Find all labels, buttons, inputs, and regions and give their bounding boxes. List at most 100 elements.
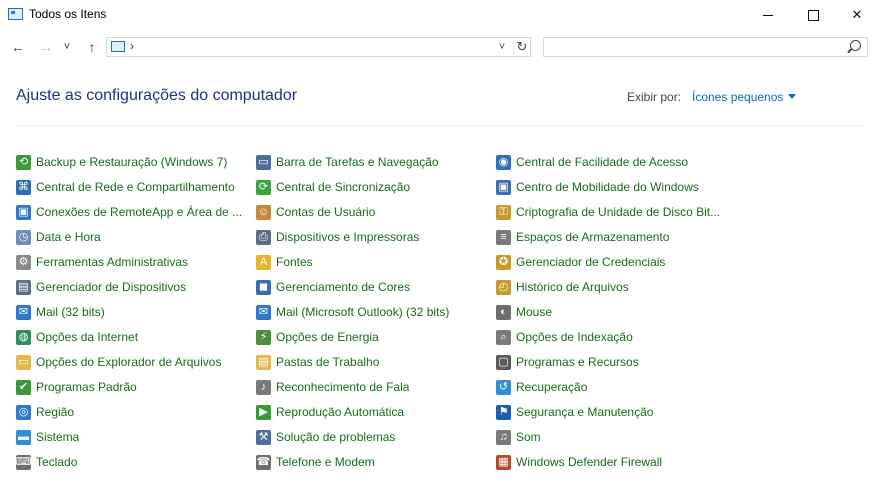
item-label[interactable]: Gerenciador de Credenciais xyxy=(516,255,665,269)
item-label[interactable]: Opções da Internet xyxy=(36,330,138,344)
item-label[interactable]: Conexões de RemoteApp e Área de ... xyxy=(36,205,242,219)
item-label[interactable]: Data e Hora xyxy=(36,230,101,244)
control-panel-item[interactable]: ▢ Programas e Recursos xyxy=(496,352,736,372)
control-panel-item[interactable]: ▶ Reprodução Automática xyxy=(256,402,496,422)
control-panel-item[interactable]: A Fontes xyxy=(256,252,496,272)
control-panel-item[interactable]: ☺ Contas de Usuário xyxy=(256,202,496,222)
control-panel-item[interactable]: ◼ Gerenciamento de Cores xyxy=(256,277,496,297)
item-label[interactable]: Telefone e Modem xyxy=(276,455,375,469)
item-label[interactable]: Windows Defender Firewall xyxy=(516,455,662,469)
folder-options-icon: ▭ xyxy=(16,354,31,370)
control-panel-item[interactable]: ◍ Opções da Internet xyxy=(16,327,256,347)
control-panel-item[interactable]: ♫ Som xyxy=(496,427,736,447)
control-panel-item[interactable]: ◉ Central de Facilidade de Acesso xyxy=(496,152,736,172)
control-panel-item[interactable]: ◐ Mouse xyxy=(496,302,736,322)
search-box[interactable] xyxy=(543,37,868,57)
search-icon[interactable] xyxy=(850,40,861,51)
item-label[interactable]: Central de Rede e Compartilhamento xyxy=(36,180,235,194)
search-input[interactable] xyxy=(544,38,852,56)
item-label[interactable]: Contas de Usuário xyxy=(276,205,375,219)
control-panel-item[interactable]: ⚒ Solução de problemas xyxy=(256,427,496,447)
item-label[interactable]: Programas e Recursos xyxy=(516,355,639,369)
control-panel-item[interactable]: ↺ Recuperação xyxy=(496,377,736,397)
item-label[interactable]: Pastas de Trabalho xyxy=(276,355,379,369)
control-panel-item[interactable]: ▬ Sistema xyxy=(16,427,256,447)
item-label[interactable]: Mouse xyxy=(516,305,552,319)
back-button[interactable]: ← xyxy=(8,38,28,56)
item-label[interactable]: Opções do Explorador de Arquivos xyxy=(36,355,221,369)
control-panel-item[interactable]: ⌕ Opções de Indexação xyxy=(496,327,736,347)
control-panel-item[interactable]: ✔ Programas Padrão xyxy=(16,377,256,397)
control-panel-item[interactable]: ≡ Espaços de Armazenamento xyxy=(496,227,736,247)
control-panel-item[interactable]: ♪ Reconhecimento de Fala xyxy=(256,377,496,397)
item-label[interactable]: Barra de Tarefas e Navegação xyxy=(276,155,439,169)
dropdown-arrow-icon[interactable] xyxy=(788,94,796,99)
control-panel-item[interactable]: ▭ Barra de Tarefas e Navegação xyxy=(256,152,496,172)
item-label[interactable]: Gerenciamento de Cores xyxy=(276,280,410,294)
control-panel-item[interactable]: ⚑ Segurança e Manutenção xyxy=(496,402,736,422)
minimize-button[interactable] xyxy=(745,0,791,30)
up-button[interactable]: ↑ xyxy=(82,38,102,56)
sync-center-icon: ⟳ xyxy=(256,179,271,195)
item-label[interactable]: Região xyxy=(36,405,74,419)
item-label[interactable]: Central de Sincronização xyxy=(276,180,410,194)
minimize-icon xyxy=(763,14,773,16)
view-by-label: Exibir por: xyxy=(627,90,682,104)
control-panel-item[interactable]: ▤ Pastas de Trabalho xyxy=(256,352,496,372)
control-panel-item[interactable]: ✉ Mail (32 bits) xyxy=(16,302,256,322)
control-panel-item[interactable]: ◴ Histórico de Arquivos xyxy=(496,277,736,297)
control-panel-item[interactable]: ⌨ Teclado xyxy=(16,452,256,472)
control-panel-item[interactable]: ▣ Conexões de RemoteApp e Área de ... xyxy=(16,202,256,222)
item-label[interactable]: Gerenciador de Dispositivos xyxy=(36,280,186,294)
control-panel-item[interactable]: ⚡ Opções de Energia xyxy=(256,327,496,347)
item-label[interactable]: Opções de Energia xyxy=(276,330,379,344)
control-panel-item[interactable]: ◷ Data e Hora xyxy=(16,227,256,247)
control-panel-item[interactable]: ⎙ Dispositivos e Impressoras xyxy=(256,227,496,247)
item-label[interactable]: Mail (32 bits) xyxy=(36,305,105,319)
item-label[interactable]: Histórico de Arquivos xyxy=(516,280,629,294)
item-label[interactable]: Programas Padrão xyxy=(36,380,137,394)
control-panel-item[interactable]: ◎ Região xyxy=(16,402,256,422)
maximize-button[interactable] xyxy=(790,0,836,30)
control-panel-item[interactable]: ✉ Mail (Microsoft Outlook) (32 bits) xyxy=(256,302,496,322)
item-label[interactable]: Fontes xyxy=(276,255,313,269)
control-panel-item[interactable]: ⟲ Backup e Restauração (Windows 7) xyxy=(16,152,256,172)
item-label[interactable]: Som xyxy=(516,430,541,444)
item-label[interactable]: Opções de Indexação xyxy=(516,330,633,344)
close-button[interactable]: ✕ xyxy=(834,0,877,30)
recent-locations-button[interactable]: ˅ xyxy=(61,38,73,56)
item-label[interactable]: Segurança e Manutenção xyxy=(516,405,653,419)
item-label[interactable]: Sistema xyxy=(36,430,79,444)
item-label[interactable]: Teclado xyxy=(36,455,77,469)
item-label[interactable]: Reconhecimento de Fala xyxy=(276,380,409,394)
control-panel-item[interactable]: ▤ Gerenciador de Dispositivos xyxy=(16,277,256,297)
control-panel-item[interactable]: ⚙ Ferramentas Administrativas xyxy=(16,252,256,272)
control-panel-item[interactable]: ⟳ Central de Sincronização xyxy=(256,177,496,197)
item-label[interactable]: Centro de Mobilidade do Windows xyxy=(516,180,699,194)
control-panel-item[interactable]: ▦ Windows Defender Firewall xyxy=(496,452,736,472)
control-panel-item[interactable]: ☎ Telefone e Modem xyxy=(256,452,496,472)
item-label[interactable]: Recuperação xyxy=(516,380,587,394)
breadcrumb-chevron-icon[interactable]: › xyxy=(130,39,134,53)
autoplay-icon: ▶ xyxy=(256,404,271,420)
address-bar[interactable]: › ˅ ↻ xyxy=(106,37,531,57)
item-label[interactable]: Criptografia de Unidade de Disco Bit... xyxy=(516,205,720,219)
item-label[interactable]: Ferramentas Administrativas xyxy=(36,255,188,269)
item-label[interactable]: Backup e Restauração (Windows 7) xyxy=(36,155,227,169)
item-label[interactable]: Mail (Microsoft Outlook) (32 bits) xyxy=(276,305,449,319)
refresh-button[interactable]: ↻ xyxy=(513,39,530,55)
item-label[interactable]: Central de Facilidade de Acesso xyxy=(516,155,688,169)
control-panel-item[interactable]: ⚿ Criptografia de Unidade de Disco Bit... xyxy=(496,202,736,222)
item-label[interactable]: Espaços de Armazenamento xyxy=(516,230,669,244)
item-label[interactable]: Dispositivos e Impressoras xyxy=(276,230,419,244)
item-label[interactable]: Reprodução Automática xyxy=(276,405,404,419)
item-label[interactable]: Solução de problemas xyxy=(276,430,395,444)
view-by-dropdown[interactable]: Ícones pequenos xyxy=(692,90,783,104)
control-panel-item[interactable]: ▣ Centro de Mobilidade do Windows xyxy=(496,177,736,197)
control-panel-item[interactable]: ▭ Opções do Explorador de Arquivos xyxy=(16,352,256,372)
control-panel-item[interactable]: ✪ Gerenciador de Credenciais xyxy=(496,252,736,272)
calendar-clock-icon: ◷ xyxy=(16,229,31,245)
forward-button[interactable]: → xyxy=(36,38,56,56)
address-dropdown-button[interactable]: ˅ xyxy=(495,39,509,55)
control-panel-item[interactable]: ⌘ Central de Rede e Compartilhamento xyxy=(16,177,256,197)
